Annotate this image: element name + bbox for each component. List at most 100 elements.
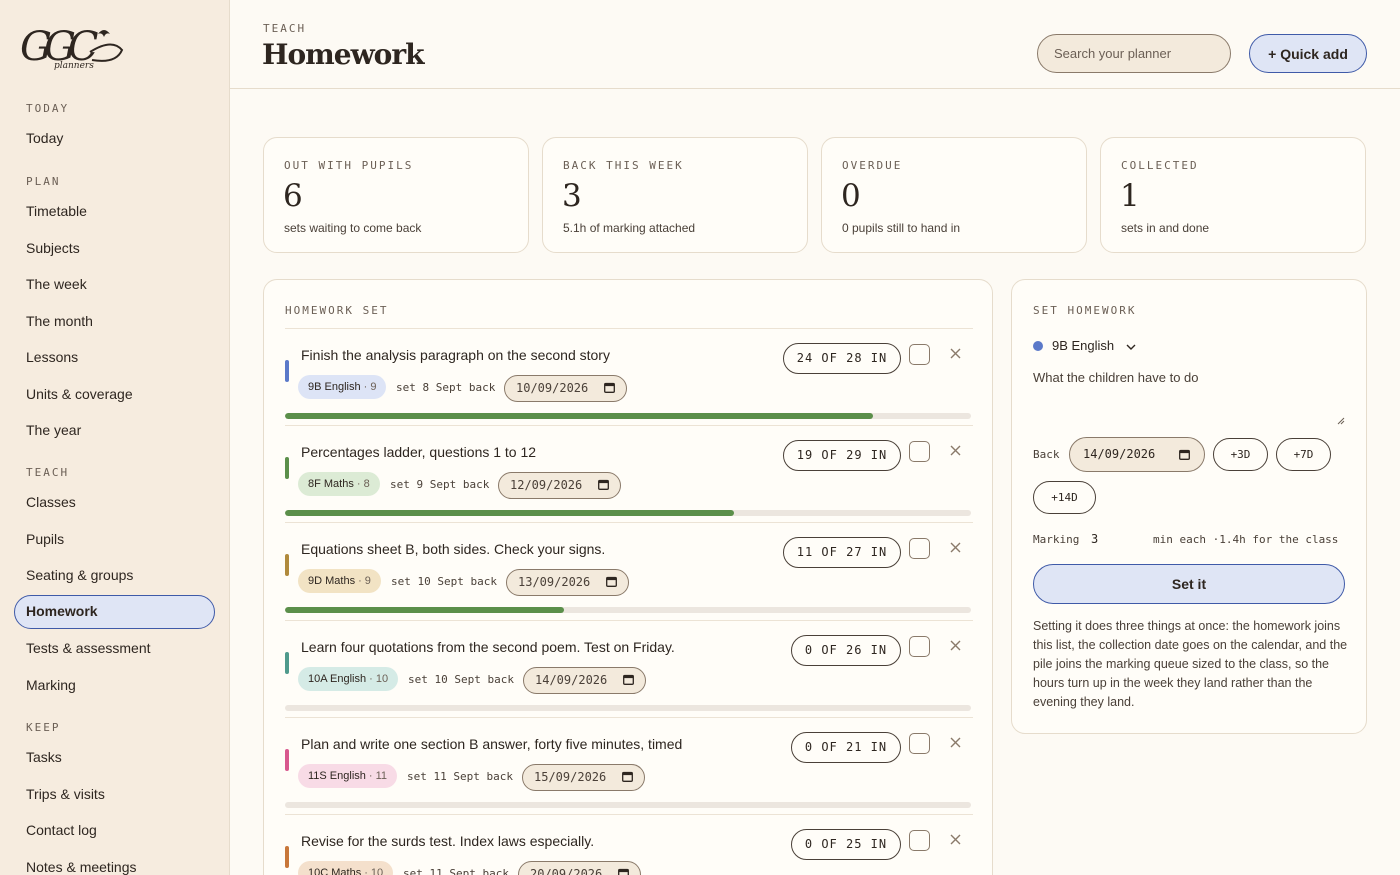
close-icon[interactable] bbox=[949, 639, 962, 652]
resize-grip-icon[interactable] bbox=[1337, 417, 1345, 425]
set-date: 8 Sept bbox=[422, 381, 463, 394]
handed-in-counter[interactable]: 0 OF 26 IN bbox=[791, 634, 901, 666]
stat-subtext: sets in and done bbox=[1121, 221, 1210, 235]
back-date-input[interactable]: 14/09/2026 bbox=[523, 666, 646, 694]
class-select[interactable]: 9B English bbox=[1033, 335, 1136, 357]
sidebar-item-homework[interactable]: Homework bbox=[14, 594, 215, 629]
set-date-text: set 11 Sept back bbox=[407, 770, 513, 783]
sidebar-item-marking[interactable]: Marking bbox=[14, 668, 215, 702]
class-tag-year: · 10 bbox=[369, 672, 389, 685]
close-icon[interactable] bbox=[949, 833, 962, 846]
sidebar-item-seating-groups[interactable]: Seating & groups bbox=[14, 558, 215, 592]
back-date-input[interactable]: 15/09/2026 bbox=[522, 763, 645, 791]
set-date: 11 Sept bbox=[433, 769, 480, 783]
sidebar-item-pupils[interactable]: Pupils bbox=[14, 522, 215, 556]
stat-label: OVERDUE bbox=[842, 159, 903, 172]
plus-7-days-chip[interactable]: +7D bbox=[1276, 438, 1331, 471]
back-date-input[interactable]: 14/09/2026 bbox=[1069, 437, 1205, 472]
homework-row: Finish the analysis paragraph on the sec… bbox=[264, 328, 992, 425]
sidebar-item-the-week[interactable]: The week bbox=[14, 267, 215, 301]
back-date-value: 13/09/2026 bbox=[518, 575, 591, 590]
set-date: 10 Sept bbox=[434, 672, 481, 686]
sidebar-item-the-month[interactable]: The month bbox=[14, 304, 215, 338]
sidebar-item-the-year[interactable]: The year bbox=[14, 413, 215, 447]
collected-checkbox[interactable] bbox=[909, 344, 930, 365]
set-word: set bbox=[391, 575, 411, 589]
sidebar-item-today[interactable]: Today bbox=[14, 121, 215, 155]
calendar-icon[interactable] bbox=[618, 868, 629, 875]
back-label: Back bbox=[1033, 448, 1060, 461]
brand-logo[interactable]: GGC planners bbox=[20, 22, 124, 72]
set-it-button[interactable]: Set it bbox=[1033, 564, 1345, 604]
class-tag[interactable]: 8F Maths · 8 bbox=[298, 472, 380, 497]
sidebar-item-timetable[interactable]: Timetable bbox=[14, 194, 215, 228]
class-color-stripe bbox=[285, 748, 289, 771]
marking-minutes-input[interactable] bbox=[1091, 530, 1139, 548]
calendar-icon[interactable] bbox=[1179, 449, 1190, 460]
collected-checkbox[interactable] bbox=[909, 732, 930, 754]
handed-in-counter[interactable]: 0 OF 25 IN bbox=[791, 829, 901, 860]
calendar-icon[interactable] bbox=[606, 576, 617, 588]
homework-title: Plan and write one section B answer, for… bbox=[301, 735, 683, 752]
back-date-value: 20/09/2026 bbox=[530, 867, 603, 875]
sidebar-item-subjects[interactable]: Subjects bbox=[14, 231, 215, 265]
homework-row: Plan and write one section B answer, for… bbox=[264, 716, 992, 814]
close-icon[interactable] bbox=[949, 347, 962, 360]
sidebar-item-tasks[interactable]: Tasks bbox=[14, 740, 215, 774]
class-tag-name: 9B English bbox=[308, 381, 361, 393]
handed-in-counter[interactable]: 0 OF 21 IN bbox=[791, 731, 901, 763]
nav-section-plan: PLAN bbox=[26, 175, 61, 188]
calendar-icon[interactable] bbox=[598, 479, 609, 491]
class-tag[interactable]: 10A English · 10 bbox=[298, 666, 399, 691]
sidebar-item-notes-meetings[interactable]: Notes & meetings bbox=[14, 850, 215, 875]
stat-subtext: sets waiting to come back bbox=[284, 221, 422, 235]
class-tag[interactable]: 9D Maths · 9 bbox=[298, 569, 381, 594]
handed-in-progress-bar bbox=[285, 704, 971, 711]
homework-title: Revise for the surds test. Index laws es… bbox=[301, 833, 595, 849]
sidebar-item-lessons[interactable]: Lessons bbox=[14, 340, 215, 374]
collected-checkbox[interactable] bbox=[909, 830, 930, 851]
handed-in-counter[interactable]: 11 OF 27 IN bbox=[783, 537, 901, 569]
collected-checkbox[interactable] bbox=[909, 441, 930, 463]
row-divider bbox=[285, 619, 973, 621]
handed-in-counter[interactable]: 24 OF 28 IN bbox=[783, 343, 901, 374]
class-tag-name: 10A English bbox=[308, 672, 367, 685]
sidebar-item-contact-log[interactable]: Contact log bbox=[14, 813, 215, 847]
plus-14-days-chip[interactable]: +14D bbox=[1033, 481, 1096, 514]
chevron-down-icon bbox=[1126, 344, 1136, 350]
stat-card-overdue: OVERDUE 0 0 pupils still to hand in bbox=[821, 137, 1087, 253]
quick-add-button[interactable]: + Quick add bbox=[1249, 34, 1367, 73]
plus-3-days-chip[interactable]: +3D bbox=[1213, 438, 1268, 471]
class-tag-name: 9D Maths bbox=[308, 575, 356, 588]
close-icon[interactable] bbox=[949, 541, 962, 554]
class-color-dot bbox=[1033, 341, 1043, 351]
calendar-icon[interactable] bbox=[604, 382, 615, 393]
calendar-icon[interactable] bbox=[622, 771, 633, 782]
class-tag[interactable]: 10C Maths · 10 bbox=[298, 861, 394, 875]
handed-in-progress-bar bbox=[285, 801, 971, 808]
search-input[interactable] bbox=[1037, 34, 1231, 73]
back-date-input[interactable]: 10/09/2026 bbox=[504, 375, 627, 402]
back-date-input[interactable]: 12/09/2026 bbox=[498, 472, 621, 500]
set-homework-explanation: Setting it does three things at once: th… bbox=[1033, 619, 1348, 709]
back-date-input[interactable]: 13/09/2026 bbox=[506, 569, 629, 597]
class-tag[interactable]: 11S English · 11 bbox=[298, 763, 398, 788]
close-icon[interactable] bbox=[949, 736, 962, 749]
sidebar-item-trips-visits[interactable]: Trips & visits bbox=[14, 777, 215, 811]
collected-checkbox[interactable] bbox=[909, 635, 930, 657]
back-date-input[interactable]: 20/09/2026 bbox=[518, 861, 641, 875]
collected-checkbox[interactable] bbox=[909, 538, 930, 560]
class-tag[interactable]: 9B English · 9 bbox=[298, 375, 387, 399]
sidebar-item-tests-assessment[interactable]: Tests & assessment bbox=[14, 631, 215, 665]
progress-fill bbox=[285, 413, 873, 419]
task-textarea[interactable] bbox=[1033, 370, 1346, 428]
sidebar-item-classes[interactable]: Classes bbox=[14, 485, 215, 519]
row-divider bbox=[285, 814, 973, 815]
handed-in-counter[interactable]: 19 OF 29 IN bbox=[783, 440, 901, 472]
sidebar-item-units-coverage[interactable]: Units & coverage bbox=[14, 377, 215, 411]
set-date-text: set 9 Sept back bbox=[390, 478, 489, 491]
calendar-icon[interactable] bbox=[623, 674, 634, 685]
handed-in-progress-bar bbox=[285, 413, 971, 419]
close-icon[interactable] bbox=[949, 444, 962, 457]
class-tag-name: 11S English bbox=[308, 769, 366, 782]
